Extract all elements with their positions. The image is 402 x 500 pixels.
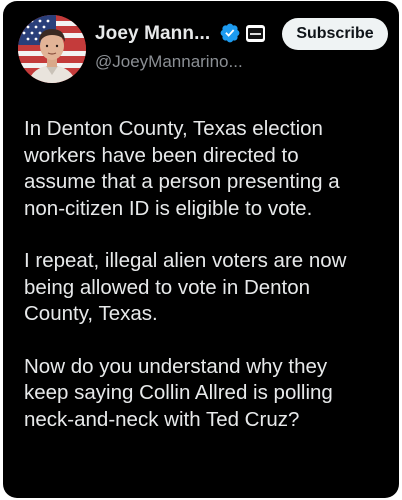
author-display-name[interactable]: Joey Mann... <box>95 23 210 45</box>
verified-badge-icon <box>220 23 240 43</box>
tweet-paragraph: I repeat, illegal alien voters are now b… <box>24 249 347 325</box>
tweet-paragraph: Now do you understand why they keep sayi… <box>24 354 333 431</box>
tweet-text: In Denton County, Texas election workers… <box>24 116 384 459</box>
tweet-card: Joey Mann... @JoeyMannarino... Subscribe… <box>3 1 399 498</box>
avatar-photo-icon <box>18 15 86 83</box>
author-handle[interactable]: @JoeyMannarino... <box>95 52 243 72</box>
affiliate-badge-icon[interactable] <box>246 25 265 42</box>
subscribe-button[interactable]: Subscribe <box>282 18 388 50</box>
tweet-paragraph: In Denton County, Texas election workers… <box>24 117 340 220</box>
avatar[interactable] <box>18 15 86 83</box>
